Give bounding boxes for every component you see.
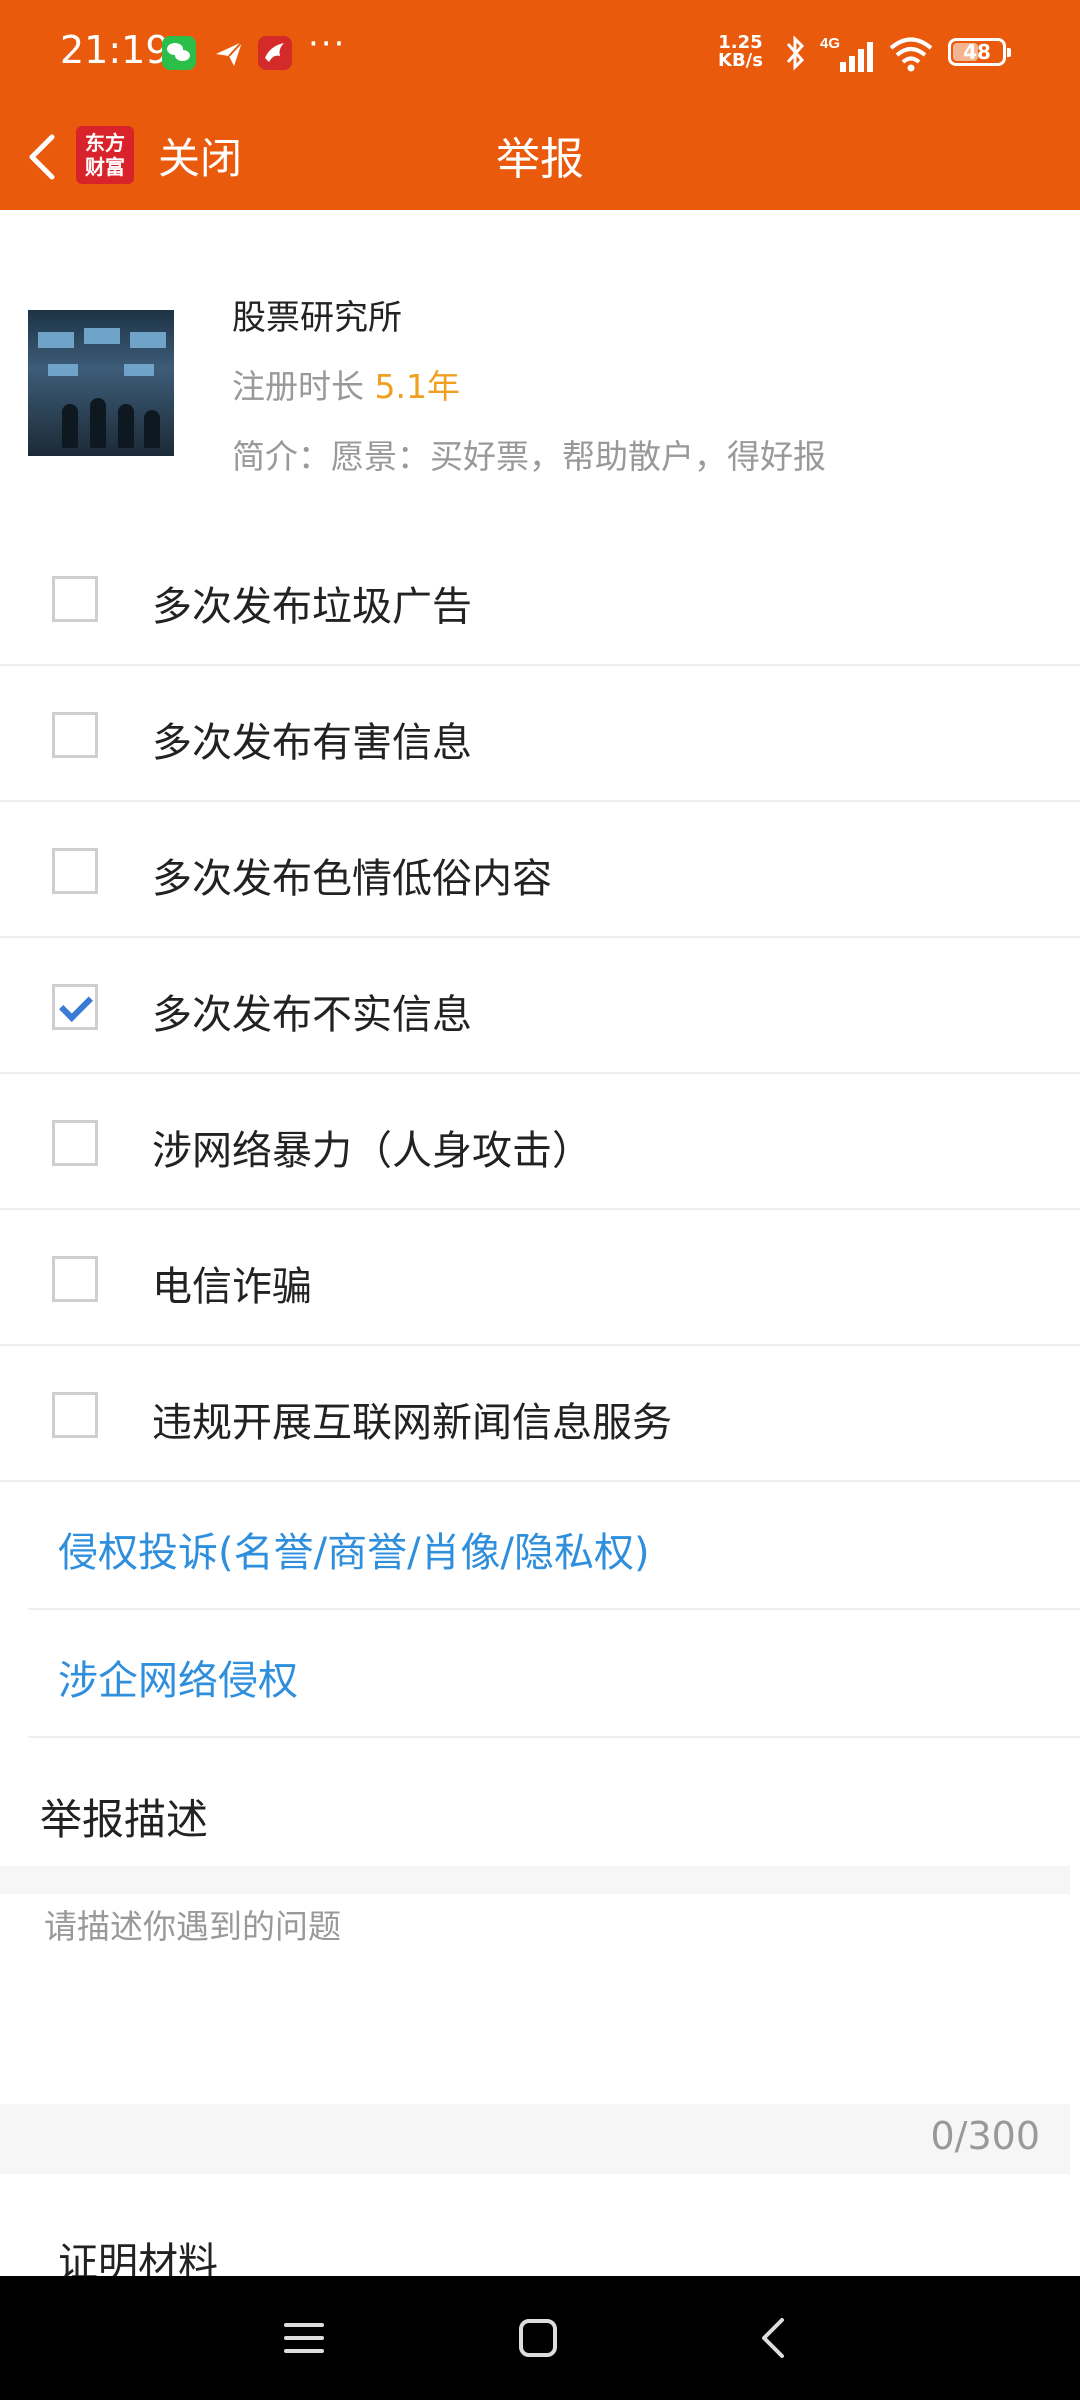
status-bar: 21:19 ··· 1.25 KB/s 4G 48 [0,0,1080,105]
registration-label: 注册时长 [232,367,375,406]
cellular-signal-icon: 4G [820,34,878,78]
reason-checkbox[interactable] [52,1120,98,1166]
reason-option[interactable]: 涉网络暴力（人身攻击） [0,1074,1080,1210]
reason-option[interactable]: 多次发布有害信息 [0,666,1080,802]
description-footer: 0/300 [0,2104,1070,2174]
reason-label: 多次发布不实信息 [152,992,472,1038]
reason-checkbox[interactable] [52,1256,98,1302]
nav-back-icon[interactable] [752,2316,796,2364]
character-counter: 0/300 [930,2114,1040,2158]
reason-option[interactable]: 多次发布不实信息 [0,938,1080,1074]
reason-checkbox[interactable] [52,1392,98,1438]
system-nav-bar [0,2276,1080,2400]
description-input[interactable]: 请描述你遇到的问题 0/300 [0,1866,1070,2174]
svg-text:4G: 4G [820,35,840,52]
reason-option[interactable]: 多次发布垃圾广告 [0,530,1080,666]
header: 21:19 ··· 1.25 KB/s 4G 48 东方 财富 关闭 举报 [0,0,1080,210]
reason-label: 电信诈骗 [152,1264,312,1310]
enterprise-infringement-link[interactable]: 涉企网络侵权 [28,1610,1080,1738]
profile-bio: 简介：愿景：买好票，帮助散户，得好报 [232,437,826,476]
menu-icon[interactable] [282,2316,326,2364]
reason-checkbox[interactable] [52,576,98,622]
description-title: 举报描述 [40,1795,209,1844]
description-placeholder[interactable]: 请描述你遇到的问题 [44,1900,341,1948]
status-time: 21:19 [60,28,170,72]
profile-name: 股票研究所 [232,298,402,338]
battery-text: 48 [963,40,991,64]
more-notifications-icon: ··· [308,24,347,64]
reason-checkbox[interactable] [52,712,98,758]
wechat-icon [162,36,196,70]
registration-years: 5.1年 [374,367,460,406]
avatar [28,310,174,456]
reason-checkbox[interactable] [52,848,98,894]
reason-checkbox[interactable] [52,984,98,1030]
reason-option[interactable]: 违规开展互联网新闻信息服务 [0,1346,1080,1482]
bluetooth-icon [780,34,810,76]
registration-duration: 注册时长 5.1年 [232,360,460,408]
page-title: 举报 [496,134,584,185]
reason-option[interactable]: 电信诈骗 [0,1210,1080,1346]
send-app-icon [212,36,246,70]
network-speed: 1.25 KB/s [718,34,763,70]
reason-label: 多次发布有害信息 [152,720,472,766]
link-label[interactable]: 侵权投诉(名誉/商誉/肖像/隐私权) [58,1520,650,1578]
home-icon[interactable] [516,2316,560,2364]
wifi-icon [888,34,934,76]
app-bar: 东方 财富 关闭 举报 [0,105,1080,210]
reason-label: 多次发布垃圾广告 [152,584,472,630]
reason-label: 涉网络暴力（人身攻击） [152,1128,592,1174]
infringement-complaint-link[interactable]: 侵权投诉(名誉/商誉/肖像/隐私权) [28,1482,1080,1610]
link-label[interactable]: 涉企网络侵权 [58,1648,298,1706]
reported-user-profile: 股票研究所 注册时长 5.1年 简介：愿景：买好票，帮助散户，得好报 [0,210,1080,520]
reason-option[interactable]: 多次发布色情低俗内容 [0,802,1080,938]
report-page: 21:19 ··· 1.25 KB/s 4G 48 东方 财富 关闭 举报 股票… [0,0,1080,2400]
reason-label: 多次发布色情低俗内容 [152,856,552,902]
speed-unit: KB/s [718,50,763,71]
battery-icon: 48 [948,38,1011,66]
description-top-band [0,1866,1070,1894]
reason-label: 违规开展互联网新闻信息服务 [152,1400,672,1446]
report-reason-list: 多次发布垃圾广告 多次发布有害信息 多次发布色情低俗内容 多次发布不实信息 涉网… [0,530,1080,1738]
bird-app-icon [258,36,292,70]
